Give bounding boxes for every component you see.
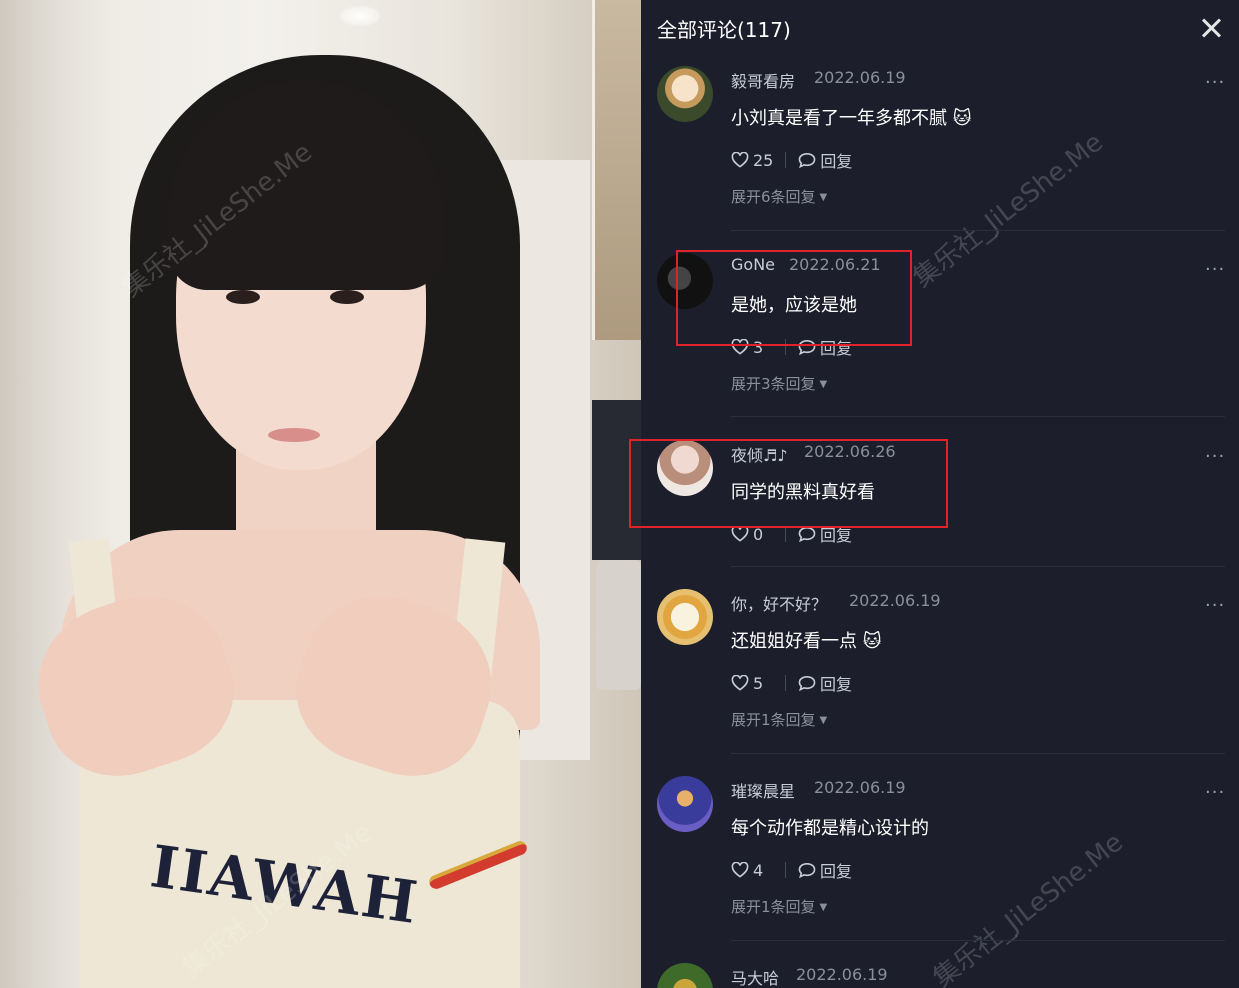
comment-actions: 25 回复 [731,148,852,172]
avatar[interactable] [657,253,713,309]
wall [0,0,70,988]
close-icon[interactable] [1197,14,1225,42]
comment-date: 2022.06.26 [804,442,896,461]
comment-text: 小刘真是看了一年多都不腻 🐱 [731,108,972,129]
more-icon[interactable]: ··· [1205,595,1225,616]
heart-icon[interactable] [731,862,749,878]
reply-icon[interactable] [798,675,816,691]
comment-username[interactable]: 你，好不好？ [731,591,827,615]
reply-icon[interactable] [798,339,816,355]
expand-replies-label: 展开1条回复 [731,898,816,916]
like-count: 5 [753,673,764,693]
comment-text: 还姐姐好看一点 🐱 [731,631,882,652]
like-count: 0 [753,524,764,544]
like-count: 25 [753,150,774,170]
divider [731,940,1225,941]
heart-icon[interactable] [731,526,749,542]
comment-username[interactable]: 夜倾♬♪ [731,442,788,466]
comment-actions: 0 回复 [731,522,852,546]
mouth [268,428,320,442]
divider [785,675,786,691]
comment-username[interactable]: 马大哈 [731,965,779,988]
more-icon[interactable]: ··· [1205,446,1225,467]
comment-text: 同学的黑料真好看 [731,482,875,503]
ceiling-light [340,6,380,26]
left-eye [226,290,260,304]
more-icon[interactable]: ··· [1205,782,1225,803]
comment-username[interactable]: GoNe [731,255,775,274]
expand-replies-label: 展开6条回复 [731,188,816,206]
divider [785,339,786,355]
cabinet [592,0,641,340]
reply-icon[interactable] [798,152,816,168]
right-eye [330,290,364,304]
watermark: 集乐社_JiLeShe.Me [907,127,1109,294]
video-area[interactable]: IIAWAH 集乐社_JiLeShe.Me 集乐社_JiLeShe.Me [0,0,641,988]
comment-actions: 5 回复 [731,671,852,695]
comment-date: 2022.06.19 [814,68,906,87]
panel-title: 全部评论(117) [657,18,791,42]
avatar[interactable] [657,776,713,832]
divider [785,152,787,168]
divider [785,862,786,878]
heart-icon[interactable] [731,339,749,355]
comment-panel: 全部评论(117) 集乐社_JiLeShe.Me 集乐社_JiLeShe.Me … [641,0,1239,988]
divider [731,753,1225,754]
reply-icon[interactable] [798,862,816,878]
comment-date: 2022.06.19 [796,965,888,984]
expand-replies[interactable]: 展开3条回复 ▼ [731,373,827,394]
like-count: 4 [753,860,764,880]
comment-text: 是她，应该是她 [731,295,857,316]
heart-icon[interactable] [731,152,749,168]
like-count: 3 [753,337,764,357]
caret-down-icon: ▼ [819,379,828,390]
comment-username[interactable]: 璀璨晨星 [731,778,795,802]
reply-button[interactable]: 回复 [820,148,852,172]
avatar[interactable] [657,589,713,645]
comment-date: 2022.06.19 [849,591,941,610]
comment-text: 每个动作都是精心设计的 [731,818,929,839]
comment-actions: 4 回复 [731,858,852,882]
cabinet-dark [592,400,641,560]
expand-replies-label: 展开1条回复 [731,711,816,729]
reply-button[interactable]: 回复 [820,335,852,359]
caret-down-icon: ▼ [819,715,828,726]
avatar[interactable] [657,440,713,496]
comment-date: 2022.06.19 [814,778,906,797]
appliance [596,560,641,690]
caret-down-icon: ▼ [819,902,828,913]
comment-date: 2022.06.21 [789,255,881,274]
avatar[interactable] [657,66,713,122]
divider [731,566,1225,567]
expand-replies[interactable]: 展开6条回复 ▼ [731,186,827,207]
comment-username[interactable]: 毅哥看房 [731,68,795,92]
reply-icon[interactable] [798,526,816,542]
more-icon[interactable]: ··· [1205,72,1225,93]
divider [731,416,1225,417]
comment-actions: 3 回复 [731,335,852,359]
caret-down-icon: ▼ [819,192,828,203]
heart-icon[interactable] [731,675,749,691]
more-icon[interactable]: ··· [1205,259,1225,280]
expand-replies-label: 展开3条回复 [731,375,816,393]
divider [785,526,786,542]
divider [731,230,1225,231]
reply-button[interactable]: 回复 [820,858,852,882]
watermark: 集乐社_JiLeShe.Me [927,827,1129,988]
avatar[interactable] [657,963,713,988]
expand-replies[interactable]: 展开1条回复 ▼ [731,709,827,730]
reply-button[interactable]: 回复 [820,522,852,546]
reply-button[interactable]: 回复 [820,671,852,695]
expand-replies[interactable]: 展开1条回复 ▼ [731,896,827,917]
